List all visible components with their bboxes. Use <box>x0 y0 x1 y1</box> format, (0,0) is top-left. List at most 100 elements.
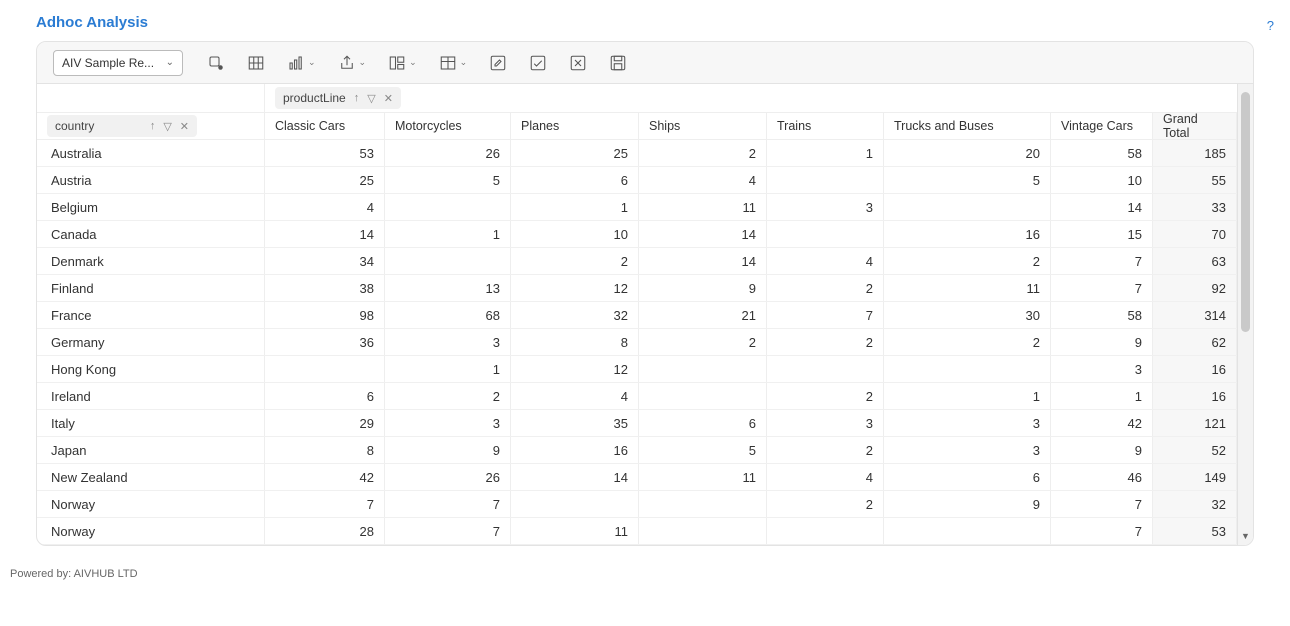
vertical-scrollbar[interactable]: ▼ <box>1237 84 1253 545</box>
export-button[interactable]: ⌄ <box>338 54 367 72</box>
table-options-button[interactable]: ⌄ <box>439 54 468 72</box>
col-header[interactable]: Vintage Cars <box>1051 113 1153 139</box>
col-header[interactable]: Classic Cars <box>265 113 385 139</box>
data-cell: 10 <box>511 221 639 247</box>
data-cell: 25 <box>265 167 385 193</box>
table-row[interactable]: Belgium411131433 <box>37 194 1237 221</box>
table-row[interactable]: Australia532625212058185 <box>37 140 1237 167</box>
chart-button[interactable]: ⌄ <box>287 54 316 72</box>
column-field-chip[interactable]: productLine ↑ ▽ ✕ <box>275 87 401 109</box>
data-cell: 38 <box>265 275 385 301</box>
grand-total-cell: 70 <box>1153 221 1237 247</box>
table-row[interactable]: Austria2556451055 <box>37 167 1237 194</box>
grid-button[interactable] <box>247 54 265 72</box>
row-label: Italy <box>37 410 265 436</box>
data-cell: 9 <box>385 437 511 463</box>
table-row[interactable]: Italy2933563342121 <box>37 410 1237 437</box>
table-row[interactable]: Denmark3421442763 <box>37 248 1237 275</box>
data-cell <box>767 518 884 544</box>
data-cell: 29 <box>265 410 385 436</box>
scrollbar-thumb[interactable] <box>1241 92 1250 332</box>
layout-button[interactable]: ⌄ <box>388 54 417 72</box>
data-cell: 15 <box>1051 221 1153 247</box>
table-row[interactable]: Germany3638222962 <box>37 329 1237 356</box>
data-cell: 32 <box>511 302 639 328</box>
toolbar-buttons: ⌄ ⌄ ⌄ ⌄ <box>207 54 627 72</box>
data-cell: 6 <box>639 410 767 436</box>
table-row[interactable]: New Zealand422614114646149 <box>37 464 1237 491</box>
data-cell: 13 <box>385 275 511 301</box>
data-source-select[interactable]: AIV Sample Re... ⌄ <box>53 50 183 76</box>
analysis-panel: AIV Sample Re... ⌄ ⌄ ⌄ ⌄ <box>36 41 1254 546</box>
row-label: Belgium <box>37 194 265 220</box>
row-field-chip[interactable]: country ↑ ▽ ✕ <box>47 115 197 137</box>
data-cell: 7 <box>1051 275 1153 301</box>
row-label: France <box>37 302 265 328</box>
toolbar: AIV Sample Re... ⌄ ⌄ ⌄ ⌄ <box>37 42 1253 84</box>
data-cell <box>884 518 1051 544</box>
settings-button[interactable] <box>207 54 225 72</box>
footer-text: Powered by: AIVHUB LTD <box>0 554 1290 590</box>
data-cell <box>265 356 385 382</box>
chevron-down-icon: ⌄ <box>460 57 468 68</box>
save-button[interactable] <box>609 54 627 72</box>
row-label: Germany <box>37 329 265 355</box>
data-cell: 12 <box>511 275 639 301</box>
data-cell: 46 <box>1051 464 1153 490</box>
grand-total-cell: 92 <box>1153 275 1237 301</box>
edit-button[interactable] <box>489 54 507 72</box>
data-cell: 9 <box>1051 437 1153 463</box>
table-row[interactable]: Norway28711753 <box>37 518 1237 545</box>
chevron-down-icon: ⌄ <box>166 57 174 68</box>
data-cell: 16 <box>511 437 639 463</box>
row-label: Japan <box>37 437 265 463</box>
data-cell <box>767 356 884 382</box>
data-cell: 58 <box>1051 140 1153 166</box>
edit-alt-button[interactable] <box>529 54 547 72</box>
data-cell: 7 <box>385 518 511 544</box>
chevron-down-icon: ⌄ <box>409 57 417 68</box>
data-cell: 2 <box>767 329 884 355</box>
scroll-down-icon[interactable]: ▼ <box>1238 531 1253 541</box>
data-cell: 8 <box>511 329 639 355</box>
data-cell: 28 <box>265 518 385 544</box>
data-cell: 12 <box>511 356 639 382</box>
data-cell <box>511 491 639 517</box>
col-header[interactable]: Ships <box>639 113 767 139</box>
clear-button[interactable] <box>569 54 587 72</box>
col-header-grand-total[interactable]: Grand Total <box>1153 113 1237 139</box>
data-cell: 7 <box>1051 491 1153 517</box>
row-label: Norway <box>37 491 265 517</box>
help-icon[interactable]: ? <box>1267 18 1274 33</box>
table-row[interactable]: Ireland62421116 <box>37 383 1237 410</box>
table-row[interactable]: Japan8916523952 <box>37 437 1237 464</box>
grand-total-cell: 121 <box>1153 410 1237 436</box>
col-header[interactable]: Motorcycles <box>385 113 511 139</box>
page-title: Adhoc Analysis <box>0 0 1290 41</box>
col-header[interactable]: Planes <box>511 113 639 139</box>
close-icon[interactable]: ✕ <box>180 120 189 133</box>
data-cell: 16 <box>884 221 1051 247</box>
data-cell: 1 <box>884 383 1051 409</box>
table-row[interactable]: France9868322173058314 <box>37 302 1237 329</box>
data-cell <box>639 518 767 544</box>
table-row[interactable]: Finland3813129211792 <box>37 275 1237 302</box>
filter-icon[interactable]: ▽ <box>367 92 375 105</box>
column-headers: country ↑ ▽ ✕ Classic Cars Motorcycles P… <box>37 112 1237 140</box>
grand-total-cell: 62 <box>1153 329 1237 355</box>
sort-asc-icon[interactable]: ↑ <box>354 92 360 104</box>
chevron-down-icon: ⌄ <box>308 57 316 68</box>
grand-total-cell: 314 <box>1153 302 1237 328</box>
row-label: New Zealand <box>37 464 265 490</box>
col-header[interactable]: Trucks and Buses <box>884 113 1051 139</box>
data-cell <box>385 194 511 220</box>
filter-icon[interactable]: ▽ <box>163 120 171 133</box>
data-cell: 4 <box>639 167 767 193</box>
sort-asc-icon[interactable]: ↑ <box>150 120 156 133</box>
table-row[interactable]: Hong Kong112316 <box>37 356 1237 383</box>
close-icon[interactable]: ✕ <box>384 92 393 105</box>
table-row[interactable]: Canada1411014161570 <box>37 221 1237 248</box>
table-row[interactable]: Norway7729732 <box>37 491 1237 518</box>
row-label: Australia <box>37 140 265 166</box>
col-header[interactable]: Trains <box>767 113 884 139</box>
